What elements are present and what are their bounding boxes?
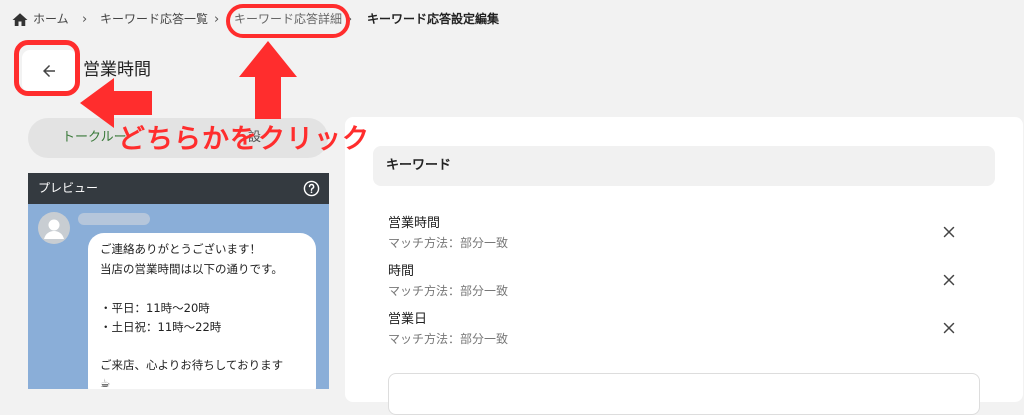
person-icon	[44, 219, 64, 239]
breadcrumb-current: キーワード応答設定編集	[367, 12, 500, 26]
message-line: ご来店、心よりお待ちしております	[100, 358, 284, 372]
keyword-input-box[interactable]	[388, 373, 980, 415]
keyword-section-header: キーワード	[373, 146, 995, 186]
annotation-text: どちらかをクリック	[118, 124, 370, 155]
keyword-card: キーワード 営業時間 マッチ方法：部分一致 時間 マッチ方法：部分一致 営業日 …	[345, 117, 1023, 415]
preview-header: プレビュー	[28, 173, 329, 204]
keyword-match-method: マッチ方法：部分一致	[388, 284, 509, 298]
keyword-row: 営業時間 マッチ方法：部分一致	[388, 215, 968, 255]
sender-name-redacted	[78, 213, 150, 225]
message-line: ☕	[100, 376, 111, 389]
chevron-right-icon: ›	[82, 12, 88, 27]
keyword-row: 時間 マッチ方法：部分一致	[388, 263, 968, 303]
breadcrumb-home[interactable]: ホーム	[33, 11, 69, 28]
annotation-arrow-left-icon	[80, 78, 152, 128]
chevron-right-icon: ›	[214, 12, 220, 27]
annotation-circle-breadcrumb	[226, 4, 350, 38]
preview-panel: プレビュー ご連絡ありがとうございます！ 当店の営業時間は以下の通りです。 ・平…	[28, 173, 329, 389]
keyword-match-method: マッチ方法：部分一致	[388, 236, 509, 250]
preview-title: プレビュー	[38, 181, 99, 195]
breadcrumb: ホーム › キーワード応答一覧 › キーワード応答詳細 › キーワード応答設定編…	[0, 0, 1024, 38]
message-line: ・土日祝：11時〜22時	[100, 320, 222, 334]
tab-talk-room-label: トークルー	[62, 130, 127, 145]
home-icon[interactable]	[11, 11, 29, 29]
keyword-name: 営業日	[388, 312, 428, 327]
keyword-row: 営業日 マッチ方法：部分一致	[388, 311, 968, 351]
message-line: 当店の営業時間は以下の通りです。	[100, 262, 283, 276]
keyword-match-method: マッチ方法：部分一致	[388, 332, 509, 346]
annotation-arrow-up-icon	[239, 41, 297, 119]
help-circle-icon[interactable]	[303, 180, 320, 197]
message-line: ご連絡ありがとうございます！	[100, 242, 261, 256]
close-icon[interactable]	[940, 319, 958, 337]
annotation-circle-back	[14, 40, 80, 96]
message-line: ・平日：11時〜20時	[100, 301, 210, 315]
keyword-name: 営業時間	[388, 216, 441, 231]
avatar	[38, 212, 70, 244]
keyword-name: 時間	[388, 264, 415, 279]
message-bubble: ご連絡ありがとうございます！ 当店の営業時間は以下の通りです。 ・平日：11時〜…	[88, 233, 316, 389]
breadcrumb-keyword-list[interactable]: キーワード応答一覧	[100, 11, 208, 28]
keyword-section-title: キーワード	[386, 158, 452, 173]
close-icon[interactable]	[940, 223, 958, 241]
close-icon[interactable]	[940, 271, 958, 289]
